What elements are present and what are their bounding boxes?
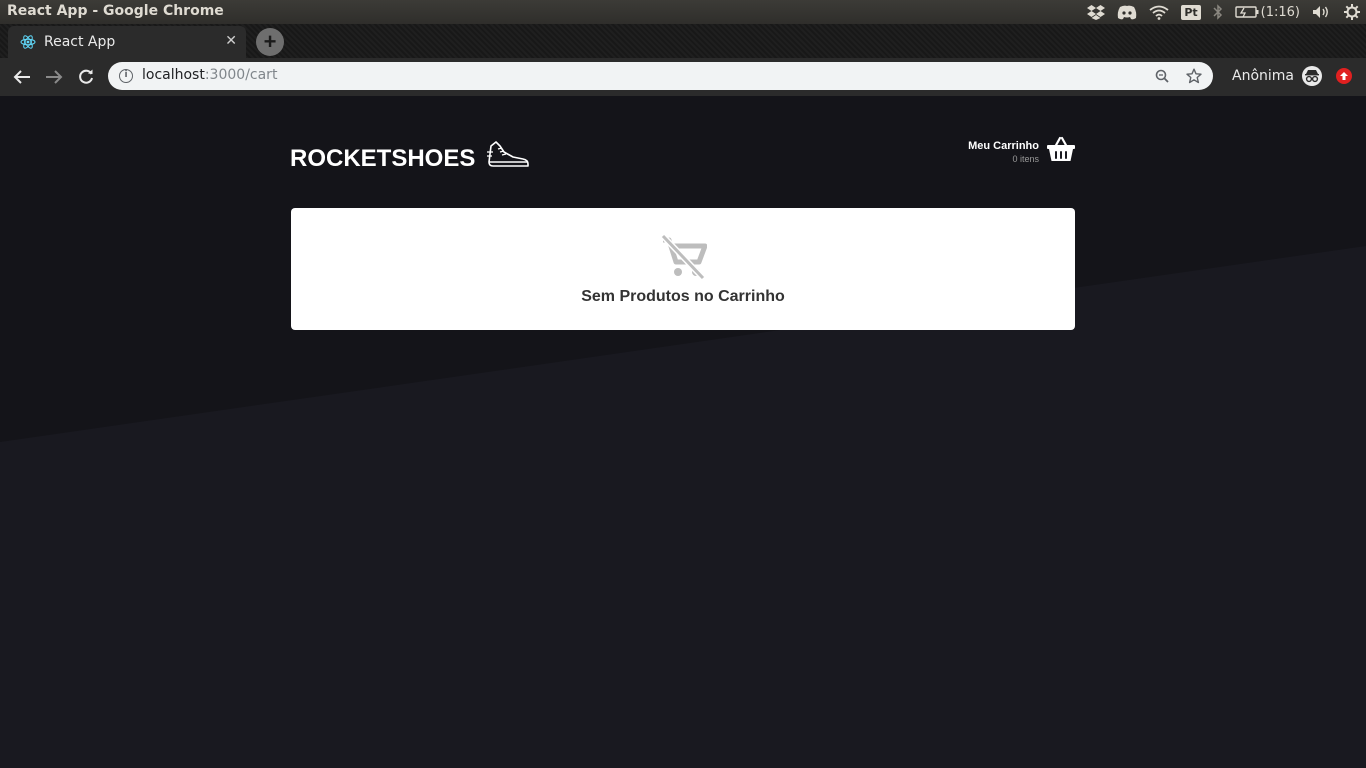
cart-item-count: 0 itens [1012, 153, 1039, 164]
os-top-bar: React App - Google Chrome Pt (1:16) [0, 0, 1366, 24]
tab-react-app[interactable]: React App ✕ [8, 26, 246, 58]
react-logo-icon [20, 34, 36, 50]
cart-link[interactable]: Meu Carrinho 0 itens [968, 136, 1075, 167]
cart-title: Meu Carrinho [968, 139, 1039, 152]
battery-icon[interactable]: (1:16) [1229, 0, 1306, 24]
forward-button[interactable] [42, 65, 66, 89]
zoom-icon[interactable] [1153, 67, 1171, 85]
url-host: localhost [142, 67, 205, 83]
tab-strip: React App ✕ + [0, 24, 1366, 58]
new-tab-button[interactable]: + [256, 28, 284, 56]
page-viewport: ROCKETSHOES Meu Carrinho 0 itens Sem Pro… [0, 96, 1366, 768]
clock-text: (1:16) [1260, 4, 1300, 20]
app-header: ROCKETSHOES Meu Carrinho 0 itens [290, 134, 1075, 174]
volume-icon[interactable] [1306, 0, 1338, 24]
background-diagonal-band [0, 96, 1366, 442]
arrow-right-icon [46, 70, 63, 84]
tab-title: React App [44, 34, 116, 50]
incognito-icon[interactable] [1302, 66, 1322, 86]
browser-toolbar: i localhost:3000/cart Anônima [0, 58, 1366, 96]
reload-icon [79, 69, 93, 84]
back-button[interactable] [10, 65, 34, 89]
settings-gear-icon[interactable] [1338, 0, 1366, 24]
reload-button[interactable] [74, 65, 98, 89]
url-path: :3000/cart [204, 67, 278, 83]
logo-link[interactable]: ROCKETSHOES [290, 140, 530, 177]
bookmark-star-icon[interactable] [1185, 67, 1203, 85]
bluetooth-icon[interactable] [1207, 0, 1229, 24]
shopping-basket-icon [1047, 136, 1075, 167]
sneaker-icon [487, 140, 530, 177]
system-tray: Pt (1:16) [1081, 0, 1366, 24]
profile-label[interactable]: Anônima [1232, 68, 1294, 84]
arrow-left-icon [13, 70, 30, 84]
remove-shopping-cart-icon [659, 233, 708, 281]
input-method-indicator[interactable]: Pt [1175, 0, 1206, 24]
empty-cart-message: Sem Produtos no Carrinho [581, 288, 785, 305]
site-info-icon[interactable]: i [119, 69, 133, 83]
wifi-icon[interactable] [1143, 0, 1175, 24]
close-tab-icon[interactable]: ✕ [225, 33, 237, 49]
url-text[interactable]: localhost:3000/cart [142, 67, 277, 83]
window-title: React App - Google Chrome [7, 3, 224, 19]
plus-icon: + [263, 29, 277, 54]
address-bar[interactable]: i localhost:3000/cart [108, 62, 1213, 90]
logo-text: ROCKETSHOES [290, 144, 476, 172]
empty-cart-panel: Sem Produtos no Carrinho [291, 208, 1075, 330]
dropbox-icon[interactable] [1081, 0, 1111, 24]
input-method-label: Pt [1181, 4, 1201, 20]
extension-update-icon[interactable] [1336, 68, 1352, 84]
discord-icon[interactable] [1111, 0, 1143, 24]
